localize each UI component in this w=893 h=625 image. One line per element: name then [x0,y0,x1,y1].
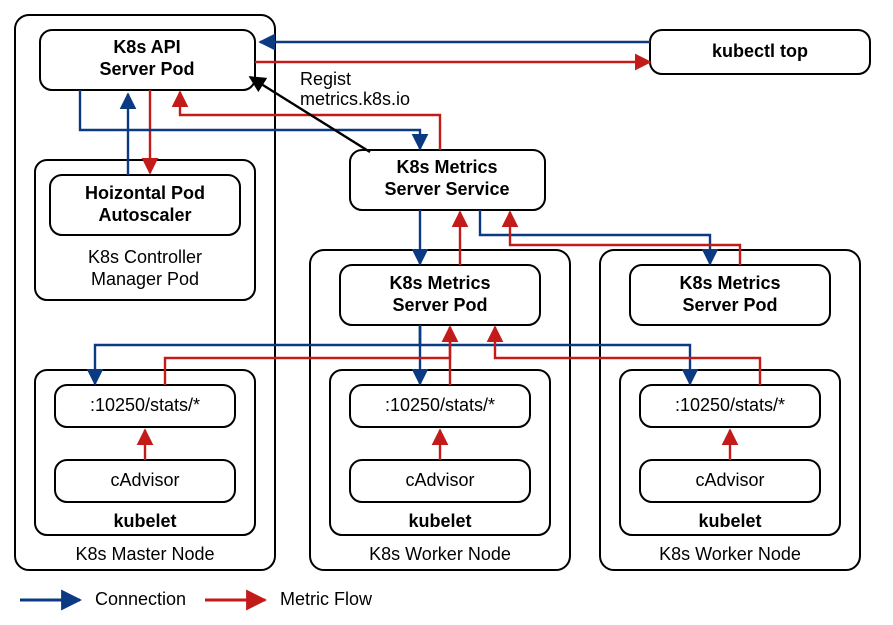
api-server-l2: Server Pod [99,59,194,79]
cadvisor-master: cAdvisor [110,470,179,490]
mpod2-l2: Server Pod [682,295,777,315]
api-server-l1: K8s API [113,37,180,57]
worker1-label: K8s Worker Node [369,544,511,564]
master-label: K8s Master Node [75,544,214,564]
cadvisor-w1: cAdvisor [405,470,474,490]
cadvisor-w2: cAdvisor [695,470,764,490]
hpa-l2: Autoscaler [98,205,191,225]
mpod1-l2: Server Pod [392,295,487,315]
k8s-metrics-diagram: kubectl top K8s API Server Pod Hoizontal… [0,0,893,625]
kubectl-label: kubectl top [712,41,808,61]
hpa-l1: Hoizontal Pod [85,183,205,203]
stats-w2: :10250/stats/* [675,395,785,415]
legend-flow-label: Metric Flow [280,589,373,609]
worker2-label: K8s Worker Node [659,544,801,564]
regist-l2: metrics.k8s.io [300,89,410,109]
stats-master: :10250/stats/* [90,395,200,415]
kubelet-w1: kubelet [408,511,471,531]
msvc-l2: Server Service [384,179,509,199]
kubelet-w2: kubelet [698,511,761,531]
regist-l1: Regist [300,69,351,89]
stats-w1: :10250/stats/* [385,395,495,415]
mpod2-l1: K8s Metrics [679,273,780,293]
kubelet-master: kubelet [113,511,176,531]
legend-conn-label: Connection [95,589,186,609]
cm-l2: Manager Pod [91,269,199,289]
mpod1-l1: K8s Metrics [389,273,490,293]
msvc-l1: K8s Metrics [396,157,497,177]
cm-l1: K8s Controller [88,247,202,267]
